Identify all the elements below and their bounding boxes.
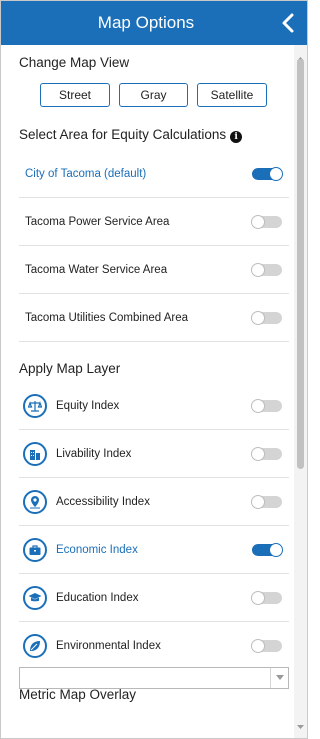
- layer-label: Equity Index: [56, 400, 120, 412]
- equity-area-toggle-power[interactable]: [251, 215, 282, 229]
- equity-area-label: City of Tacoma (default): [25, 168, 147, 180]
- chevron-left-icon[interactable]: [279, 11, 299, 35]
- layer-toggle-accessibility[interactable]: [251, 495, 282, 509]
- scales-icon: [23, 394, 47, 418]
- panel-header: Map Options: [1, 1, 307, 45]
- location-pin-icon: [23, 490, 47, 514]
- scrollbar[interactable]: [294, 45, 307, 738]
- layer-toggle-equity[interactable]: [251, 399, 282, 413]
- scroll-down-icon[interactable]: [297, 717, 304, 729]
- layer-toggle-economic[interactable]: [252, 543, 283, 557]
- equity-area-label: Tacoma Power Service Area: [25, 216, 170, 228]
- equity-area-water-service[interactable]: Tacoma Water Service Area: [19, 246, 289, 294]
- equity-area-heading-text: Select Area for Equity Calculations: [19, 127, 227, 142]
- layer-toggle-education[interactable]: [251, 591, 282, 605]
- satellite-view-button[interactable]: Satellite: [197, 83, 267, 107]
- scrollbar-thumb[interactable]: [297, 59, 304, 469]
- layer-accessibility-index[interactable]: Accessibility Index: [19, 478, 289, 526]
- equity-area-power-service[interactable]: Tacoma Power Service Area: [19, 198, 289, 246]
- info-icon[interactable]: i: [230, 131, 243, 143]
- map-options-panel: Map Options Change Map View Street Gray …: [0, 0, 308, 739]
- layer-label: Accessibility Index: [56, 496, 150, 508]
- equity-area-label: Tacoma Water Service Area: [25, 264, 168, 276]
- graduation-cap-icon: [23, 586, 47, 610]
- panel-content: Change Map View Street Gray Satellite Se…: [1, 45, 294, 738]
- scroll-up-icon[interactable]: [297, 49, 304, 61]
- layer-label: Environmental Index: [56, 640, 161, 652]
- layer-economic-index[interactable]: Economic Index: [19, 526, 289, 574]
- street-view-button[interactable]: Street: [40, 83, 110, 107]
- layer-equity-index[interactable]: Equity Index: [19, 382, 289, 430]
- gray-view-button[interactable]: Gray: [119, 83, 188, 107]
- equity-area-toggle-city[interactable]: [252, 167, 283, 181]
- map-layer-heading: Apply Map Layer: [19, 361, 121, 376]
- layer-label: Education Index: [56, 592, 139, 604]
- buildings-icon: [23, 442, 47, 466]
- leaf-icon: [23, 634, 47, 658]
- equity-area-toggle-combined[interactable]: [251, 311, 282, 325]
- layer-toggle-environmental[interactable]: [251, 639, 282, 653]
- chevron-down-icon[interactable]: [270, 668, 288, 688]
- map-view-heading: Change Map View: [19, 55, 130, 70]
- metric-overlay-select[interactable]: [19, 667, 289, 689]
- layer-label: Economic Index: [56, 544, 138, 556]
- layer-livability-index[interactable]: Livability Index: [19, 430, 289, 478]
- panel-title: Map Options: [97, 13, 195, 32]
- briefcase-icon: [23, 538, 47, 562]
- layer-label: Livability Index: [56, 448, 132, 460]
- layer-toggle-livability[interactable]: [251, 447, 282, 461]
- equity-area-utilities-combined[interactable]: Tacoma Utilities Combined Area: [19, 294, 289, 342]
- layer-education-index[interactable]: Education Index: [19, 574, 289, 622]
- equity-area-city-of-tacoma[interactable]: City of Tacoma (default): [19, 151, 289, 198]
- equity-area-toggle-water[interactable]: [251, 263, 282, 277]
- equity-area-heading: Select Area for Equity Calculations i: [19, 127, 243, 143]
- equity-area-label: Tacoma Utilities Combined Area: [25, 312, 188, 324]
- metric-overlay-heading: Metric Map Overlay: [19, 687, 137, 702]
- layer-environmental-index[interactable]: Environmental Index: [19, 622, 289, 670]
